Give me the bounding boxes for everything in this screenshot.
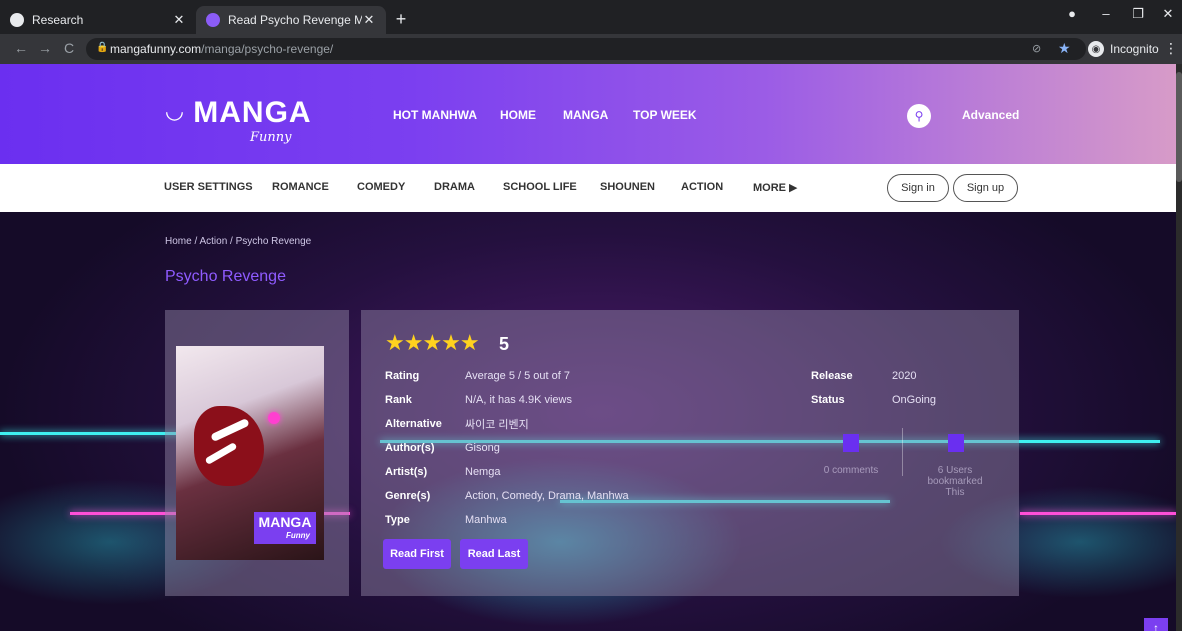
bookmark-star-icon[interactable]: ★ [1058,40,1071,57]
menu-kebab-icon[interactable]: ⋮ [1164,40,1178,57]
stats-divider [902,428,903,476]
incognito-icon: ◉ [1088,41,1104,57]
sign-up-button[interactable]: Sign up [953,174,1018,202]
cover-watermark: MANGA Funny [254,512,316,544]
alternative-value: 싸이코 리벤지 [465,419,529,431]
breadcrumb[interactable]: Home / Action / Psycho Revenge [165,236,311,247]
genres-label: Genre(s) [385,490,431,502]
nav-drama[interactable]: DRAMA [434,181,475,193]
comments-count[interactable]: 0 comments [801,465,901,476]
url-path: /manga/psycho-revenge/ [201,42,334,56]
url-text: mangafunny.com/manga/psycho-revenge/ [110,42,333,56]
manga-favicon-icon [206,13,220,27]
cover-panel: MANGA Funny [165,310,349,596]
manga-info-panel: ★★★★★ 5 Rating Average 5 / 5 out of 7 Ra… [361,310,1019,596]
nav-home[interactable]: HOME [500,108,536,122]
logo-cup-icon: ◡ [166,98,184,123]
artists-label: Artist(s) [385,466,428,478]
release-value: 2020 [892,370,917,382]
tab-title: Read Psycho Revenge Manga – M [228,13,362,27]
page-scrollbar-thumb[interactable] [1176,72,1182,182]
authors-value[interactable]: Gisong [465,442,500,454]
site-logo[interactable]: ◡ MANGA [166,96,312,130]
release-label: Release [811,370,853,382]
bookmark-count[interactable]: 6 Users bookmarked This [917,465,993,498]
page-title: Psycho Revenge [165,268,286,285]
manga-cover-image: MANGA Funny [176,346,324,560]
bookmark-icon[interactable] [948,434,964,452]
browser-tabbar: Research ✕ Read Psycho Revenge Manga – M… [0,0,1182,34]
browser-toolbar: ← → C 🔒 mangafunny.com/manga/psycho-reve… [0,34,1182,64]
nav-comedy[interactable]: COMEDY [357,181,405,193]
rank-value: N/A, it has 4.9K views [465,394,572,406]
status-value: OnGoing [892,394,937,406]
globe-icon [10,13,24,27]
status-label: Status [811,394,845,406]
minimize-icon[interactable]: – [1092,6,1120,21]
restore-icon[interactable]: ❐ [1124,6,1152,22]
nav-shounen[interactable]: SHOUNEN [600,181,655,193]
tab-title: Research [32,13,84,27]
authors-label: Author(s) [385,442,435,454]
reload-icon[interactable]: C [60,40,78,56]
nav-user-settings[interactable]: USER SETTINGS [164,181,253,193]
window-close-icon[interactable]: ✕ [1154,6,1182,22]
manga-hero: Home / Action / Psycho Revenge Psycho Re… [0,212,1176,631]
logo-subtext: Funny [250,130,292,145]
comments-icon[interactable] [843,434,859,452]
nav-manga[interactable]: MANGA [563,108,608,122]
site-header: ◡ MANGA Funny HOT MANHWA HOME MANGA TOP … [0,64,1176,164]
lock-icon: 🔒 [96,42,109,53]
cover-watermark-subtext: Funny [286,531,310,540]
cover-glow-eye-shape [268,412,280,424]
logo-text: MANGA [193,96,312,129]
nav-romance[interactable]: ROMANCE [272,181,329,193]
advanced-search-link[interactable]: Advanced [962,108,1019,122]
incognito-label: Incognito [1110,42,1159,56]
type-value: Manhwa [465,514,507,526]
cover-watermark-text: MANGA [258,514,312,530]
read-last-button[interactable]: Read Last [460,539,528,569]
nav-school-life[interactable]: SCHOOL LIFE [503,181,577,193]
artists-value[interactable]: Nemga [465,466,500,478]
url-host: mangafunny.com [110,42,202,56]
nav-top-week[interactable]: TOP WEEK [633,108,697,122]
rank-label: Rank [385,394,412,406]
genre-nav: USER SETTINGS ROMANCE COMEDY DRAMA SCHOO… [0,164,1176,212]
close-icon[interactable]: ✕ [362,12,376,28]
tab-psycho-revenge[interactable]: Read Psycho Revenge Manga – M ✕ [196,6,386,34]
page-viewport: ◡ MANGA Funny HOT MANHWA HOME MANGA TOP … [0,64,1182,631]
new-tab-button[interactable]: + [390,9,412,30]
nav-action[interactable]: ACTION [681,181,723,193]
rating-value: Average 5 / 5 out of 7 [465,370,570,382]
alternative-label: Alternative [385,418,442,430]
back-icon[interactable]: ← [12,40,30,56]
address-bar[interactable]: 🔒 mangafunny.com/manga/psycho-revenge/ [86,38,1086,60]
rating-score: 5 [499,334,510,354]
close-icon[interactable]: ✕ [172,12,186,28]
read-first-button[interactable]: Read First [383,539,451,569]
rating-label: Rating [385,370,420,382]
eye-slash-icon[interactable]: ⊘ [1032,42,1041,55]
sign-in-button[interactable]: Sign in [887,174,949,202]
search-icon[interactable]: ⚲ [907,104,931,128]
nav-hot-manhwa[interactable]: HOT MANHWA [393,108,477,122]
neon-beam [1020,512,1176,515]
tab-research[interactable]: Research ✕ [0,6,196,34]
profile-dot-icon[interactable]: ● [1058,6,1086,21]
type-label: Type [385,514,410,526]
nav-more[interactable]: MORE ▶ [753,181,798,194]
incognito-indicator[interactable]: ◉ Incognito [1088,40,1159,58]
scroll-to-top-icon[interactable]: ↑ [1144,618,1168,631]
rating-stars: ★★★★★ [385,330,480,355]
forward-icon[interactable]: → [36,40,54,56]
genres-value[interactable]: Action, Comedy, Drama, Manhwa [465,490,629,502]
